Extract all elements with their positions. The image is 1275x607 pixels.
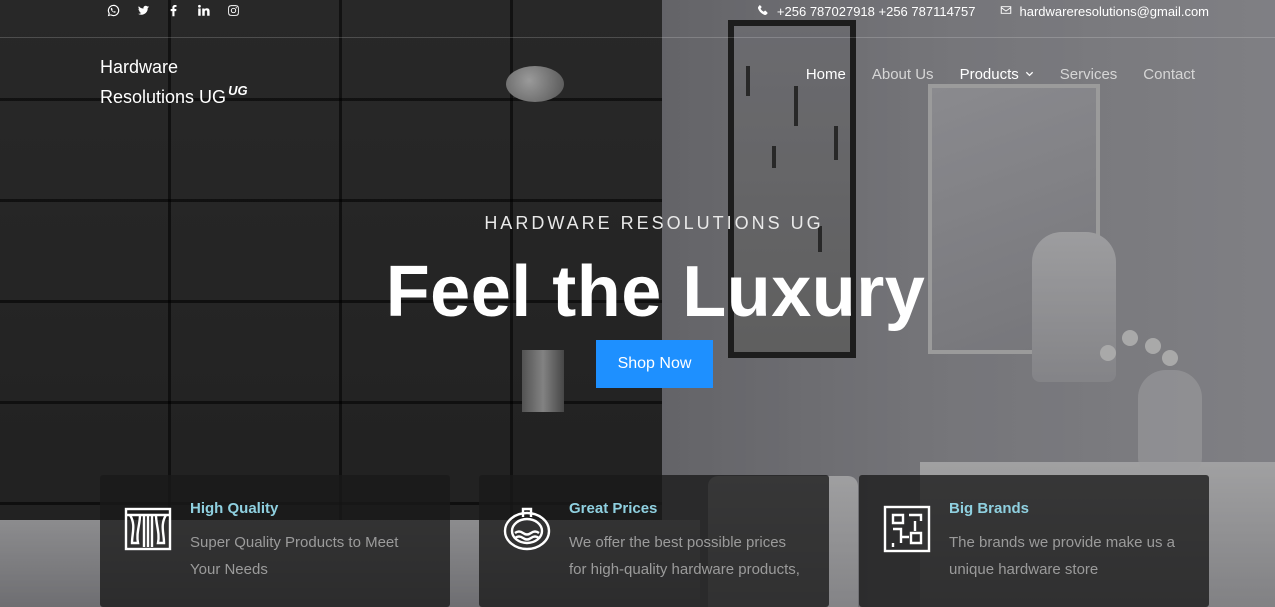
brand-suffix: UG: [228, 83, 248, 98]
bathtub-icon: [501, 503, 553, 555]
twitter-icon[interactable]: [136, 3, 150, 17]
hero-kicker: HARDWARE RESOLUTIONS UG: [484, 213, 824, 233]
feature-text: We offer the best possible prices for hi…: [569, 534, 800, 578]
social-links: [106, 3, 240, 17]
instagram-icon[interactable]: [226, 3, 240, 17]
linkedin-icon[interactable]: [196, 3, 210, 17]
email-info: hardwareresolutions@gmail.com: [1000, 4, 1210, 19]
feature-text: The brands we provide make us a unique h…: [949, 534, 1175, 578]
floor-plan-icon: [881, 503, 933, 555]
chevron-down-icon: [1025, 66, 1034, 83]
phone-icon: [757, 4, 769, 19]
nav-products-label: Products: [959, 66, 1019, 83]
feature-card-prices: Great Prices We offer the best possible …: [479, 475, 829, 607]
feature-card-brands: Big Brands The brands we provide make us…: [859, 475, 1209, 607]
feature-title: Great Prices: [569, 500, 658, 517]
whatsapp-icon[interactable]: [106, 3, 120, 17]
contact-info: +256 787027918 +256 787114757 hardwarere…: [757, 4, 1209, 19]
feature-card-quality: High Quality Super Quality Products to M…: [100, 475, 450, 607]
main-nav: Home About Us Products Services Contact: [806, 66, 1195, 83]
nav-home[interactable]: Home: [806, 66, 846, 83]
brand-line-2: Resolutions UG: [100, 87, 227, 107]
facebook-icon[interactable]: [166, 3, 180, 17]
nav-products[interactable]: Products: [960, 66, 1034, 83]
feature-title: Big Brands: [949, 500, 1030, 517]
curtain-icon: [122, 503, 174, 555]
phone-info: +256 787027918 +256 787114757: [757, 4, 976, 19]
phone-numbers[interactable]: +256 787027918 +256 787114757: [777, 4, 976, 19]
nav-about[interactable]: About Us: [872, 66, 934, 83]
top-bar: +256 787027918 +256 787114757 hardwarere…: [0, 0, 1275, 38]
nav-services[interactable]: Services: [1060, 66, 1118, 83]
hero-title: Feel the Luxury: [385, 252, 926, 332]
feature-text: Super Quality Products to Meet Your Need…: [190, 534, 399, 578]
nav-contact[interactable]: Contact: [1143, 66, 1195, 83]
envelope-icon: [1000, 4, 1012, 19]
site-logo[interactable]: Hardware Resolutions UG UG: [100, 55, 248, 109]
brand-line-1: Hardware: [100, 57, 179, 77]
email-address[interactable]: hardwareresolutions@gmail.com: [1020, 4, 1210, 19]
feature-title: High Quality: [190, 500, 279, 517]
shop-now-button[interactable]: Shop Now: [596, 340, 713, 388]
